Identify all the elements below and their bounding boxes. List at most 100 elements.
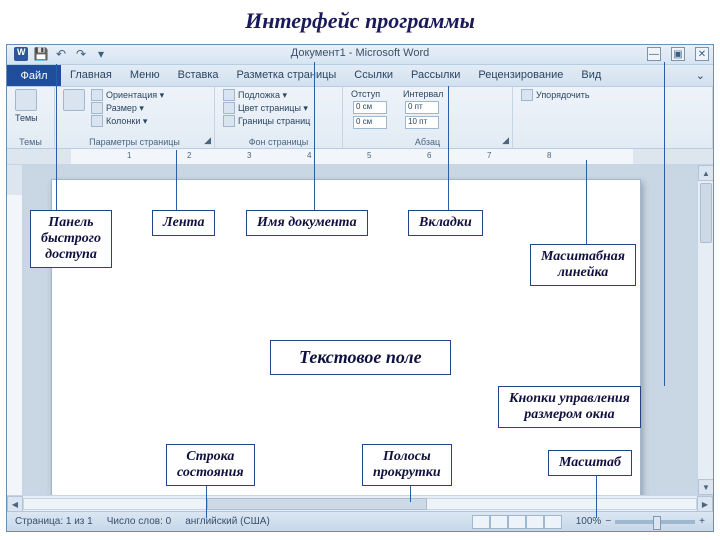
group-label-paragraph: Абзац [351, 137, 504, 148]
margins-icon [63, 89, 85, 111]
columns-icon [91, 115, 103, 127]
callout-title: Имя документа [246, 210, 368, 236]
zoom-in-button[interactable]: + [699, 516, 705, 527]
watermark-icon [223, 89, 235, 101]
themes-button[interactable]: Темы [15, 89, 38, 123]
size-button[interactable]: Размер ▾ [91, 102, 164, 114]
ribbon-group-background: Подложка ▾ Цвет страницы ▾ Границы стран… [215, 87, 343, 148]
view-outline-icon[interactable] [526, 515, 544, 529]
leader-zoom [596, 472, 597, 518]
page-color-button[interactable]: Цвет страницы ▾ [223, 102, 310, 114]
status-word-count[interactable]: Число слов: 0 [107, 516, 171, 527]
tab-mailings[interactable]: Рассылки [402, 65, 469, 86]
ribbon-group-paragraph: Отступ 0 см 0 см Интервал 0 пт 10 пт Абз… [343, 87, 513, 148]
tab-page-layout[interactable]: Разметка страницы [228, 65, 346, 86]
view-draft-icon[interactable] [544, 515, 562, 529]
arrange-icon [521, 89, 533, 101]
callout-zoom: Масштаб [548, 450, 632, 476]
scrollbar-vertical[interactable]: ▲ ▼ [697, 165, 713, 495]
orientation-icon [91, 89, 103, 101]
ribbon: Темы Темы Ориентация ▾ Размер ▾ Колонки … [7, 87, 713, 149]
ribbon-tab-row: Файл Главная Меню Вставка Разметка стран… [7, 65, 713, 87]
ruler-tick: 4 [307, 151, 311, 160]
ruler-left-margin [7, 149, 71, 164]
leader-ribbon [176, 150, 177, 210]
close-button[interactable]: ✕ [695, 47, 709, 61]
zoom-slider[interactable] [615, 520, 695, 524]
callout-tabs: Вкладки [408, 210, 483, 236]
scroll-down-icon[interactable]: ▼ [698, 479, 713, 495]
ribbon-minimize-icon[interactable]: ⌄ [688, 65, 713, 86]
scroll-up-icon[interactable]: ▲ [698, 165, 713, 181]
ruler-tick: 5 [367, 151, 371, 160]
tab-insert[interactable]: Вставка [169, 65, 228, 86]
slide-title: Интерфейс программы [0, 0, 720, 40]
ruler-right-margin [633, 149, 713, 164]
page-setup-dialog-launcher[interactable]: ◢ [204, 135, 211, 146]
callout-status-bar: Строка состояния [166, 444, 255, 486]
document-title: Документ1 - Microsoft Word [291, 47, 429, 59]
status-language[interactable]: английский (США) [185, 516, 270, 527]
tab-file[interactable]: Файл [7, 65, 61, 86]
qat-redo-icon[interactable]: ↷ [73, 46, 89, 62]
tab-menu[interactable]: Меню [121, 65, 169, 86]
callout-qat: Панель быстрого доступа [30, 210, 112, 268]
page-color-icon [223, 102, 235, 114]
ruler-tick: 6 [427, 151, 431, 160]
arrange-button[interactable]: Упорядочить [521, 89, 590, 101]
group-label-page-setup: Параметры страницы [63, 137, 206, 148]
scroll-thumb-v[interactable] [700, 183, 712, 243]
ruler-tick: 7 [487, 151, 491, 160]
scroll-thumb-h[interactable] [207, 498, 427, 510]
ruler-vertical[interactable] [7, 165, 23, 495]
scroll-right-icon[interactable]: ▶ [697, 496, 713, 512]
ruler-tick: 1 [127, 151, 131, 160]
callout-ruler: Масштабная линейка [530, 244, 636, 286]
ruler-tick: 8 [547, 151, 551, 160]
columns-button[interactable]: Колонки ▾ [91, 115, 164, 127]
indent-title: Отступ [351, 89, 387, 99]
page-borders-icon [223, 115, 235, 127]
spacing-before-input[interactable]: 0 пт [403, 101, 443, 114]
ruler-tick: 2 [187, 151, 191, 160]
spacing-after-input[interactable]: 10 пт [403, 116, 443, 129]
paragraph-dialog-launcher[interactable]: ◢ [502, 135, 509, 146]
ruler-tick: 3 [247, 151, 251, 160]
tab-home[interactable]: Главная [61, 65, 121, 86]
tab-references[interactable]: Ссылки [345, 65, 402, 86]
tab-review[interactable]: Рецензирование [469, 65, 572, 86]
qat-customize-icon[interactable]: ▾ [93, 46, 109, 62]
orientation-button[interactable]: Ориентация ▾ [91, 89, 164, 101]
scroll-left-icon[interactable]: ◀ [7, 496, 23, 512]
watermark-button[interactable]: Подложка ▾ [223, 89, 310, 101]
qat-save-icon[interactable]: 💾 [33, 46, 49, 62]
ribbon-group-themes: Темы Темы [7, 87, 55, 148]
leader-title [314, 62, 315, 210]
zoom-out-button[interactable]: − [605, 516, 611, 527]
themes-icon [15, 89, 37, 111]
view-buttons[interactable] [472, 515, 562, 529]
indent-left-input[interactable]: 0 см [351, 101, 387, 114]
callout-win-controls: Кнопки управления размером окна [498, 386, 641, 428]
margins-button[interactable] [63, 89, 85, 111]
view-fullscreen-icon[interactable] [490, 515, 508, 529]
ribbon-group-page-setup: Ориентация ▾ Размер ▾ Колонки ▾ Параметр… [55, 87, 215, 148]
tab-view[interactable]: Вид [572, 65, 610, 86]
leader-win-controls [664, 62, 665, 386]
qat-undo-icon[interactable]: ↶ [53, 46, 69, 62]
leader-qat [56, 64, 57, 210]
maximize-button[interactable]: ▣ [671, 47, 685, 61]
zoom-percent[interactable]: 100% [576, 516, 602, 527]
callout-ribbon: Лента [152, 210, 215, 236]
minimize-button[interactable]: — [647, 47, 661, 61]
view-print-layout-icon[interactable] [472, 515, 490, 529]
page-borders-button[interactable]: Границы страниц [223, 115, 310, 127]
indent-right-input[interactable]: 0 см [351, 116, 387, 129]
status-page[interactable]: Страница: 1 из 1 [15, 516, 93, 527]
ruler-horizontal[interactable]: 1 2 3 4 5 6 7 8 [7, 149, 713, 165]
title-bar: 💾 ↶ ↷ ▾ Документ1 - Microsoft Word — ▣ ✕ [7, 45, 713, 65]
group-label-themes: Темы [15, 137, 46, 148]
view-web-icon[interactable] [508, 515, 526, 529]
group-label-background: Фон страницы [223, 137, 334, 148]
scrollbar-horizontal[interactable]: ◀ ▶ [7, 495, 713, 511]
